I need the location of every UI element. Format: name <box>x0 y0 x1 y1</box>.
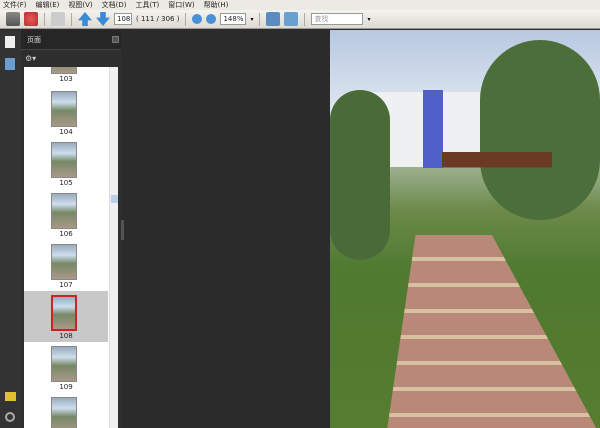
comment-icon[interactable] <box>51 12 65 26</box>
zoom-input[interactable]: 148% <box>220 13 247 25</box>
menu-edit[interactable]: 编辑(E) <box>36 0 60 10</box>
panel-title: 页面 <box>27 35 41 44</box>
page-count: ( 111 / 306 ) <box>136 15 180 23</box>
page-thumbnail <box>51 244 77 280</box>
menu-document[interactable]: 文档(D) <box>102 0 127 10</box>
page-thumbnail <box>51 397 77 428</box>
thumbnail-109[interactable]: 109 <box>24 342 108 393</box>
thumbnail-110[interactable] <box>24 393 108 428</box>
prev-page-icon[interactable] <box>78 12 92 26</box>
divider <box>259 12 261 26</box>
page-number-input[interactable]: 108 <box>114 13 132 25</box>
thumbnail-103[interactable]: 103 <box>24 67 108 85</box>
zoom-out-icon[interactable] <box>192 14 203 24</box>
thumbnail-107[interactable]: 107 <box>24 240 108 291</box>
pavilion <box>442 152 552 222</box>
navigation-bar <box>0 30 21 428</box>
menu-bar: 文件(F) 编辑(E) 视图(V) 文档(D) 工具(T) 窗口(W) 帮助(H… <box>0 0 600 10</box>
page-thumbnail <box>51 346 77 382</box>
bookmarks-icon[interactable] <box>5 58 15 70</box>
tree-left <box>330 90 390 260</box>
menu-view[interactable]: 视图(V) <box>68 0 92 10</box>
building-blue <box>423 90 443 168</box>
thumbnail-list: 103 104 105 106 107 108 109 <box>24 67 118 428</box>
fit-page-icon[interactable] <box>266 12 281 26</box>
next-page-icon[interactable] <box>96 12 110 26</box>
divider <box>185 12 187 26</box>
divider <box>304 12 306 26</box>
panel-menu-icon[interactable] <box>112 36 119 43</box>
document-background <box>121 30 330 428</box>
thumbnail-104[interactable]: 104 <box>24 87 108 138</box>
divider <box>44 12 45 26</box>
page-thumbnail <box>51 295 77 331</box>
comments-icon[interactable] <box>5 392 16 401</box>
toolbar: 108 ( 111 / 306 ) 148% ▾ 查找 ▾ <box>0 10 600 29</box>
attachment-icon[interactable] <box>5 412 15 422</box>
create-icon[interactable] <box>24 12 38 26</box>
panel-header: 页面 <box>21 30 121 50</box>
page-thumbnail <box>51 91 77 127</box>
chevron-down-icon[interactable]: ▾ <box>250 16 253 23</box>
page-thumbnail <box>51 193 77 229</box>
search-input[interactable]: 查找 <box>311 13 364 25</box>
print-icon[interactable] <box>6 12 20 26</box>
scrollbar[interactable] <box>109 67 118 428</box>
scroll-thumb[interactable] <box>111 195 118 203</box>
page-thumbnail <box>51 142 77 178</box>
menu-tools[interactable]: 工具(T) <box>136 0 160 10</box>
page-photo <box>330 30 600 428</box>
options-gear-icon[interactable]: ⚙▾ <box>21 50 121 66</box>
thumbnail-105[interactable]: 105 <box>24 138 108 189</box>
divider <box>71 12 72 26</box>
pages-panel: 页面 ⚙▾ 103 104 105 106 107 108 109 <box>21 30 121 428</box>
pages-icon[interactable] <box>5 36 15 48</box>
menu-file[interactable]: 文件(F) <box>3 0 27 10</box>
thumbnail-108[interactable]: 108 <box>24 291 108 342</box>
menu-window[interactable]: 窗口(W) <box>168 0 194 10</box>
stairs <box>386 235 600 428</box>
menu-help[interactable]: 帮助(H) <box>204 0 229 10</box>
zoom-in-icon[interactable] <box>206 14 217 24</box>
panel-resize-handle[interactable] <box>121 220 124 240</box>
fullscreen-icon[interactable] <box>284 12 299 26</box>
page-thumbnail <box>51 67 77 74</box>
thumbnail-106[interactable]: 106 <box>24 189 108 240</box>
chevron-down-icon[interactable]: ▾ <box>367 16 370 23</box>
